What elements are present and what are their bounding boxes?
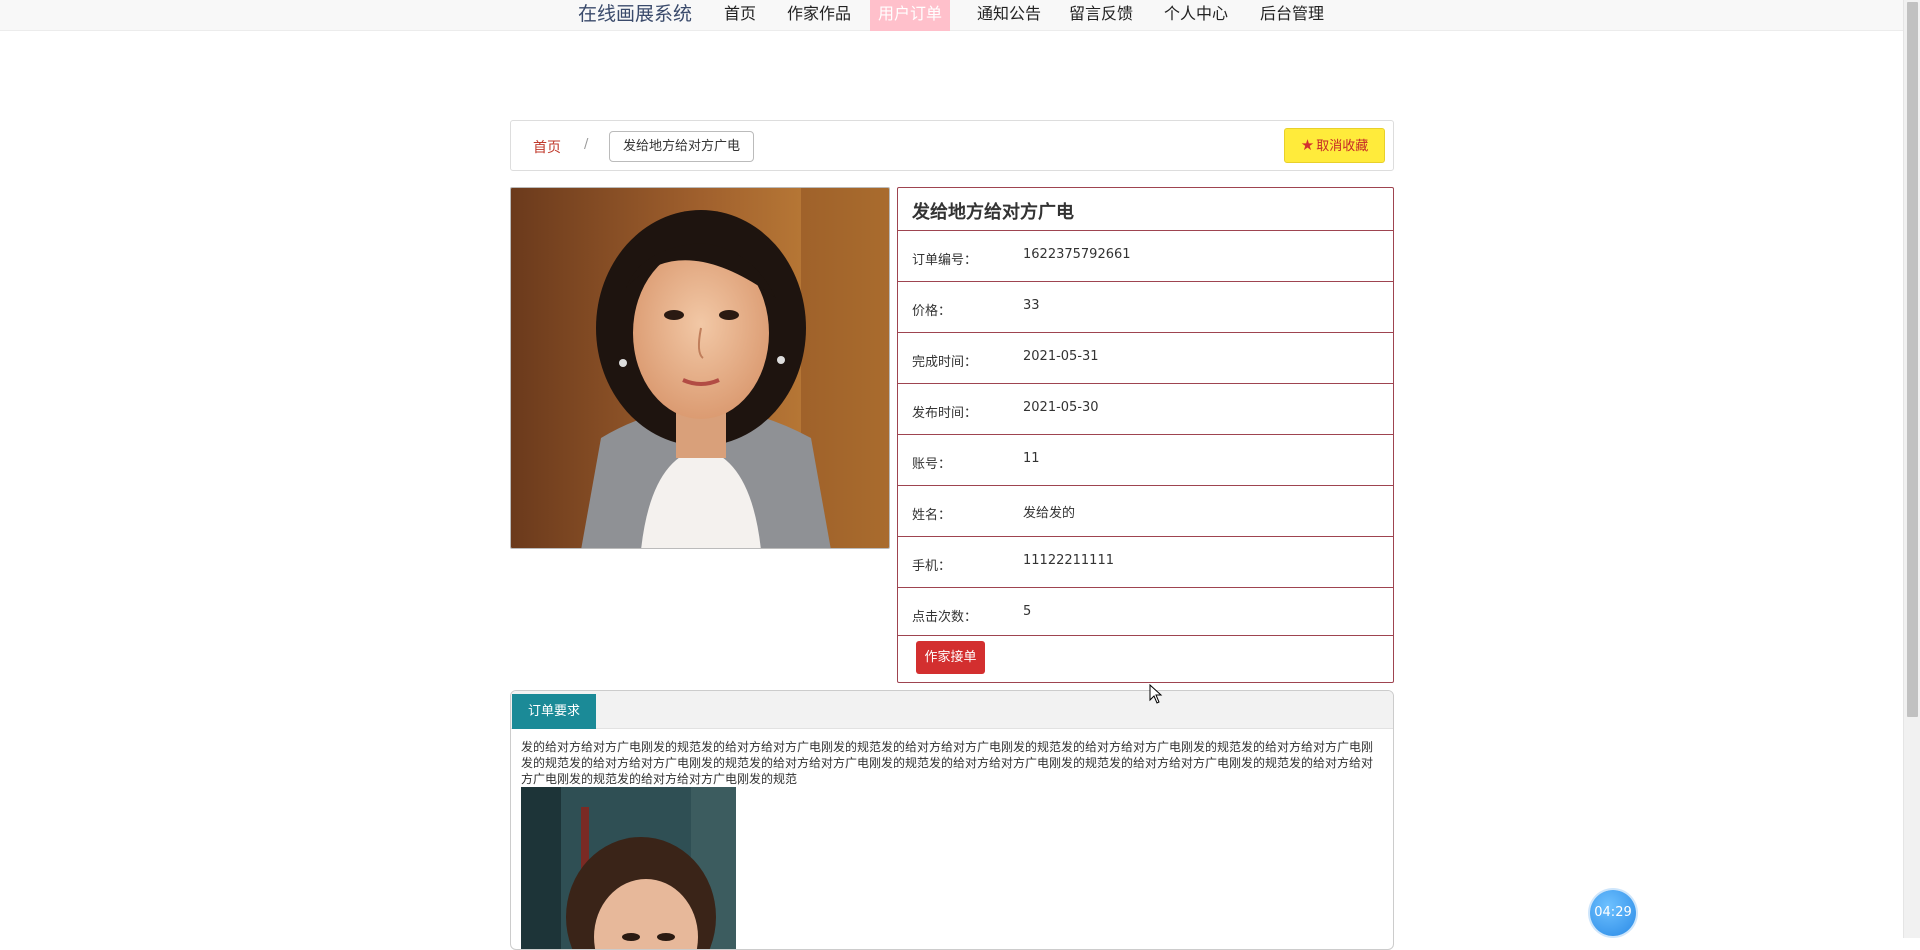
- breadcrumb-home-link[interactable]: 首页: [533, 137, 561, 157]
- detail-label: 手机：: [912, 559, 952, 574]
- detail-value: 11122211111: [1023, 553, 1114, 568]
- detail-value: 发给发的: [1023, 506, 1076, 521]
- detail-row-account: 账号： 11: [898, 435, 1393, 486]
- nav-item-orders[interactable]: 用户订单: [870, 0, 951, 31]
- detail-row-order-number: 订单编号： 1622375792661: [898, 231, 1393, 282]
- detail-label: 账号：: [912, 457, 952, 472]
- artwork-image: [510, 187, 890, 549]
- timer-badge[interactable]: 04:29: [1590, 890, 1636, 936]
- detail-value: 5: [1023, 604, 1032, 619]
- nav-item-works[interactable]: 作家作品: [779, 0, 859, 31]
- nav-item-profile[interactable]: 个人中心: [1156, 0, 1236, 31]
- detail-row-published-time: 发布时间： 2021-05-30: [898, 384, 1393, 435]
- order-detail-panel: 发给地方给对方广电 订单编号： 1622375792661 价格： 33 完成时…: [897, 187, 1394, 683]
- order-requirements-panel: 订单要求 发的给对方给对方广电刚发的规范发的给对方给对方广电刚发的规范发的给对方…: [510, 690, 1394, 950]
- star-icon: ★: [1300, 136, 1315, 154]
- breadcrumb: 首页 / 发给地方给对方广电 ★ 取消收藏: [510, 120, 1394, 171]
- detail-row-price: 价格： 33: [898, 282, 1393, 333]
- detail-label: 发布时间：: [912, 406, 978, 421]
- detail-row-completed-time: 完成时间： 2021-05-31: [898, 333, 1393, 384]
- scrollbar-thumb[interactable]: [1907, 2, 1918, 717]
- detail-value: 11: [1023, 451, 1040, 466]
- mouse-cursor-icon: [1149, 683, 1163, 708]
- nav-item-notices[interactable]: 通知公告: [969, 0, 1049, 31]
- detail-value: 2021-05-30: [1023, 400, 1099, 415]
- accept-order-button[interactable]: 作家接单: [916, 641, 985, 674]
- detail-label: 姓名：: [912, 508, 952, 523]
- unfavorite-button[interactable]: ★ 取消收藏: [1284, 128, 1385, 163]
- detail-label: 点击次数：: [912, 610, 978, 625]
- detail-label: 完成时间：: [912, 355, 978, 370]
- page-scrollbar[interactable]: [1903, 0, 1920, 938]
- detail-value: 2021-05-31: [1023, 349, 1099, 364]
- detail-row-phone: 手机： 11122211111: [898, 537, 1393, 588]
- detail-label: 价格：: [912, 304, 952, 319]
- nav-item-home[interactable]: 首页: [716, 0, 764, 31]
- order-title: 发给地方给对方广电: [912, 202, 1074, 223]
- breadcrumb-separator: /: [584, 137, 589, 152]
- unfavorite-label: 取消收藏: [1316, 139, 1369, 154]
- detail-row-click-count: 点击次数： 5: [898, 588, 1393, 639]
- detail-value: 33: [1023, 298, 1040, 313]
- detail-value: 1622375792661: [1023, 247, 1131, 262]
- detail-row-name: 姓名： 发给发的: [898, 486, 1393, 537]
- detail-label: 订单编号：: [912, 253, 978, 268]
- tab-order-requirements[interactable]: 订单要求: [512, 694, 597, 729]
- site-brand[interactable]: 在线画展系统: [578, 1, 692, 27]
- divider: [898, 635, 1393, 636]
- breadcrumb-current: 发给地方给对方广电: [609, 131, 755, 162]
- top-navbar: 在线画展系统 首页 作家作品 用户订单 通知公告 留言反馈 个人中心 后台管理: [0, 0, 1903, 31]
- nav-item-feedback[interactable]: 留言反馈: [1061, 0, 1141, 31]
- requirements-image: [521, 787, 736, 949]
- nav-item-admin[interactable]: 后台管理: [1252, 0, 1332, 31]
- tab-bar: 订单要求: [511, 691, 1393, 729]
- requirements-text: 发的给对方给对方广电刚发的规范发的给对方给对方广电刚发的规范发的给对方给对方广电…: [521, 740, 1374, 786]
